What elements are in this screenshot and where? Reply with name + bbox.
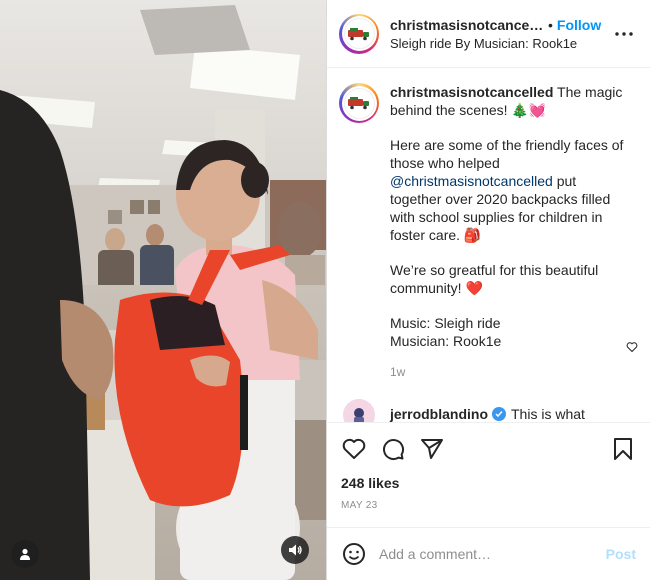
caption-avatar-ring[interactable] [339,83,379,123]
separator-dot: • [548,16,553,33]
audio-attribution[interactable]: Sleigh ride By Musician: Rook1e [390,36,606,51]
speaker-icon [289,544,302,556]
smiley-icon [343,543,365,565]
caption-time[interactable]: 1w [390,363,626,381]
likes-count[interactable]: 248 likes [341,475,636,491]
post-actions-area: 248 likes MAY 23 [327,422,650,511]
comment-bubble-icon [383,439,405,461]
add-comment-bar: Post [327,527,650,580]
comment-button[interactable] [380,436,406,462]
person-icon [20,548,30,560]
caption-mention-link[interactable]: @christmasisnotcancelled [390,173,553,189]
follow-button[interactable]: Follow [557,17,601,33]
story-ring[interactable] [339,13,379,54]
share-button[interactable] [419,436,445,462]
heart-icon [342,438,366,459]
comments-section[interactable]: christmasisnotcancelled The magic behind… [327,69,650,422]
action-bar [341,423,636,475]
avatar [343,18,375,49]
save-button[interactable] [610,436,636,462]
caption: christmasisnotcancelled The magic behind… [339,83,638,381]
video-frame [0,0,326,580]
caption-avatar [343,87,375,119]
comment-avatar[interactable] [343,399,375,422]
caption-para3: We’re so greatful for this beautiful com… [390,262,599,296]
comment-input[interactable] [379,546,606,562]
emoji-button[interactable] [341,541,367,567]
caption-para2-before: Here are some of the friendly faces of t… [390,137,624,171]
caption-musician-line: Musician: Rook1e [390,333,502,349]
comment-text: This is what [511,406,585,422]
post-details-panel: christmasisnotcancelle • Follow Sleigh r… [326,0,650,580]
verified-badge-icon [492,407,506,421]
bookmark-icon [614,438,632,460]
post-header: christmasisnotcancelle • Follow Sleigh r… [327,0,650,68]
comment-like-button[interactable] [626,340,638,358]
more-options-button[interactable] [612,22,636,46]
comment-item: jerrodblandino This is what [339,399,638,422]
post-comment-button[interactable]: Post [606,546,636,562]
caption-username[interactable]: christmasisnotcancelled [390,84,553,100]
comment-username[interactable]: jerrodblandino [390,406,488,422]
truck-logo-icon [348,97,369,110]
audio-toggle-button[interactable] [281,536,309,564]
more-horizontal-icon [615,31,633,36]
header-username[interactable]: christmasisnotcancelle [390,17,544,33]
post-media[interactable] [0,0,326,580]
paper-plane-icon [421,439,443,459]
caption-music-line: Music: Sleigh ride [390,315,501,331]
heart-small-icon [626,342,638,353]
post-date[interactable]: MAY 23 [341,500,636,511]
like-button[interactable] [341,436,367,462]
truck-logo-icon [348,27,369,40]
user-tag-button[interactable] [11,540,39,568]
character-avatar-icon [354,408,364,422]
